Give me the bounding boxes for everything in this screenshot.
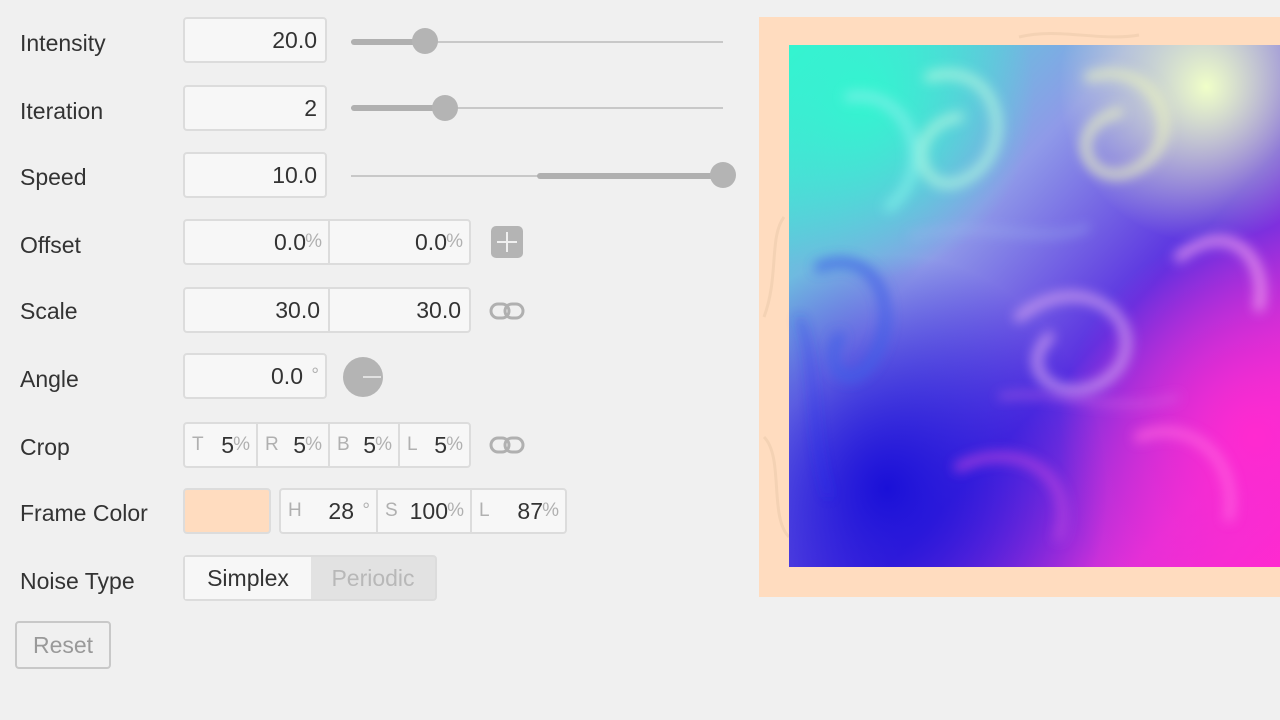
crop-right-unit: % bbox=[305, 434, 322, 455]
frame-color-swatch[interactable] bbox=[183, 488, 271, 534]
reset-button[interactable]: Reset bbox=[15, 621, 111, 669]
speed-label: Speed bbox=[20, 164, 87, 190]
angle-dial-icon[interactable] bbox=[343, 357, 383, 397]
crop-top-prefix: T bbox=[192, 434, 204, 455]
noise-type-toggle: Simplex Periodic bbox=[183, 555, 437, 601]
offset-y-value: 0.0 bbox=[415, 229, 447, 255]
iteration-value: 2 bbox=[304, 95, 317, 121]
intensity-slider-thumb[interactable] bbox=[412, 28, 438, 54]
crop-bottom-value: 5 bbox=[363, 432, 376, 458]
crop-left-field[interactable]: L 5 % bbox=[400, 424, 469, 466]
offset-x-field[interactable]: 0.0 % bbox=[185, 221, 328, 263]
angle-value: 0.0 bbox=[271, 363, 303, 389]
scale-x-field[interactable]: 30.0 bbox=[185, 289, 328, 331]
angle-unit: ° bbox=[311, 365, 319, 386]
hue-value: 28 bbox=[328, 498, 354, 524]
angle-label: Angle bbox=[20, 366, 79, 392]
noise-type-label: Noise Type bbox=[20, 568, 135, 594]
crop-top-field[interactable]: T 5 % bbox=[185, 424, 256, 466]
angle-input[interactable]: 0.0 ° bbox=[183, 353, 327, 399]
crop-right-field[interactable]: R 5 % bbox=[258, 424, 328, 466]
offset-y-field[interactable]: 0.0 % bbox=[330, 221, 469, 263]
speed-slider-fill bbox=[537, 173, 723, 179]
frame-color-hue-field[interactable]: H 28 ° bbox=[281, 490, 376, 532]
saturation-unit: % bbox=[447, 500, 464, 521]
crop-bottom-field[interactable]: B 5 % bbox=[330, 424, 398, 466]
saturation-value: 100 bbox=[409, 498, 448, 524]
crop-left-prefix: L bbox=[407, 434, 418, 455]
noise-type-periodic-option[interactable]: Periodic bbox=[311, 557, 435, 599]
iteration-slider-fill bbox=[351, 105, 445, 111]
hue-prefix: H bbox=[288, 500, 302, 521]
offset-input-group: 0.0 % 0.0 % bbox=[183, 219, 471, 265]
crop-right-value: 5 bbox=[293, 432, 306, 458]
speed-input[interactable]: 10.0 bbox=[183, 152, 327, 198]
speed-value: 10.0 bbox=[272, 162, 317, 188]
lightness-prefix: L bbox=[479, 500, 490, 521]
saturation-prefix: S bbox=[385, 500, 398, 521]
offset-x-unit: % bbox=[305, 231, 322, 252]
intensity-label: Intensity bbox=[20, 30, 106, 56]
frame-color-lightness-field[interactable]: L 87 % bbox=[472, 490, 565, 532]
crop-top-value: 5 bbox=[221, 432, 234, 458]
frame-color-saturation-field[interactable]: S 100 % bbox=[378, 490, 470, 532]
crop-top-unit: % bbox=[233, 434, 250, 455]
iteration-slider-thumb[interactable] bbox=[432, 95, 458, 121]
crop-right-prefix: R bbox=[265, 434, 279, 455]
frame-color-label: Frame Color bbox=[20, 500, 148, 526]
lightness-unit: % bbox=[542, 500, 559, 521]
link-icon[interactable] bbox=[489, 434, 525, 456]
crop-left-value: 5 bbox=[434, 432, 447, 458]
intensity-value: 20.0 bbox=[272, 27, 317, 53]
scale-input-group: 30.0 30.0 bbox=[183, 287, 471, 333]
iteration-label: Iteration bbox=[20, 98, 104, 124]
offset-x-value: 0.0 bbox=[274, 229, 306, 255]
scale-y-field[interactable]: 30.0 bbox=[330, 289, 469, 331]
crop-label: Crop bbox=[20, 434, 70, 460]
scale-y-value: 30.0 bbox=[416, 297, 461, 323]
speed-slider-thumb[interactable] bbox=[710, 162, 736, 188]
noise-preview-image bbox=[759, 17, 1280, 597]
iteration-input[interactable]: 2 bbox=[183, 85, 327, 131]
noise-type-simplex-option[interactable]: Simplex bbox=[185, 557, 311, 599]
crop-bottom-prefix: B bbox=[337, 434, 350, 455]
offset-y-unit: % bbox=[446, 231, 463, 252]
crop-bottom-unit: % bbox=[375, 434, 392, 455]
link-icon[interactable] bbox=[489, 300, 525, 322]
plus-icon[interactable] bbox=[491, 226, 523, 258]
frame-color-hsl-group: H 28 ° S 100 % L 87 % bbox=[279, 488, 567, 534]
intensity-input[interactable]: 20.0 bbox=[183, 17, 327, 63]
crop-input-group: T 5 % R 5 % B 5 % L 5 % bbox=[183, 422, 471, 468]
crop-left-unit: % bbox=[446, 434, 463, 455]
scale-x-value: 30.0 bbox=[275, 297, 320, 323]
offset-label: Offset bbox=[20, 232, 81, 258]
scale-label: Scale bbox=[20, 298, 78, 324]
noise-preview-canvas[interactable] bbox=[759, 17, 1280, 597]
hue-unit: ° bbox=[362, 500, 370, 521]
lightness-value: 87 bbox=[517, 498, 543, 524]
